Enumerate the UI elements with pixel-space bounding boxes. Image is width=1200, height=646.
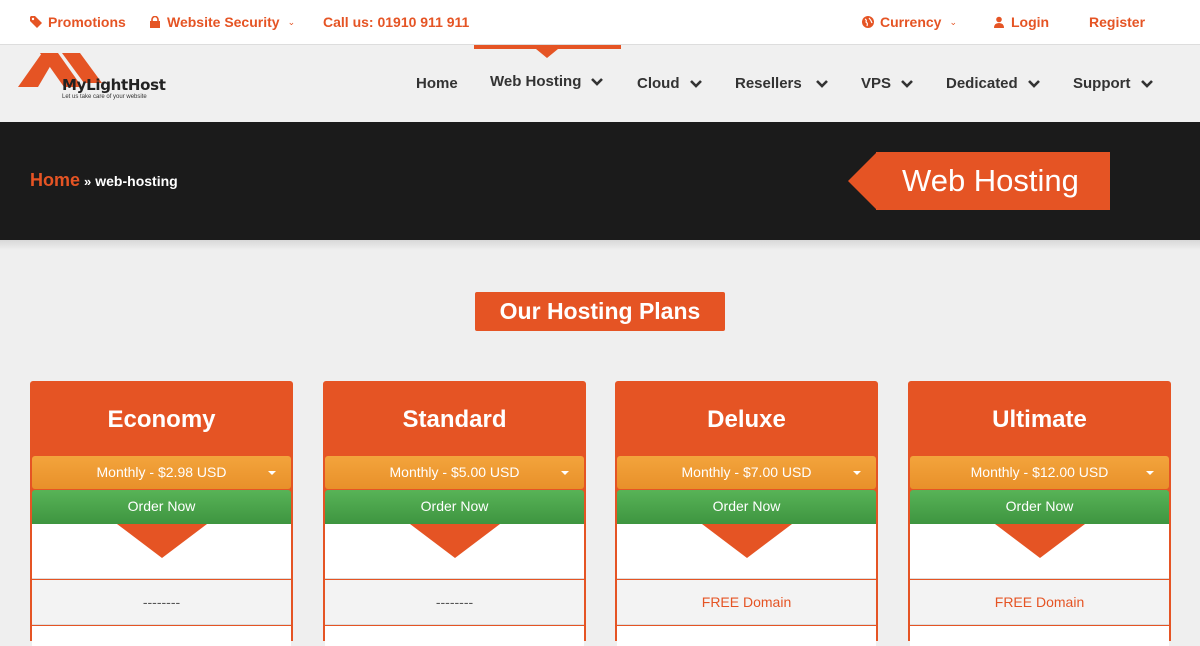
- tag-icon: [30, 16, 42, 28]
- order-now-button[interactable]: Order Now: [32, 490, 291, 524]
- nav-label: Resellers: [735, 75, 802, 92]
- plan-pointer: [617, 524, 876, 579]
- nav-label: Home: [416, 75, 458, 92]
- order-now-button[interactable]: Order Now: [910, 490, 1169, 524]
- order-now-button[interactable]: Order Now: [325, 490, 584, 524]
- nav-label: Support: [1073, 75, 1131, 92]
- plan-feature: --------: [325, 580, 584, 625]
- pointer-triangle: [702, 524, 792, 558]
- currency-label: Currency: [880, 14, 942, 30]
- breadcrumb: Home » web-hosting: [30, 170, 178, 191]
- website-security-label: Website Security: [167, 14, 280, 30]
- caret-down-icon: [561, 471, 569, 475]
- lock-icon: [150, 16, 160, 28]
- plan-card-ultimate: Ultimate Monthly - $12.00 USD Order Now …: [908, 381, 1171, 646]
- section-title: Our Hosting Plans: [475, 292, 725, 331]
- tag-arrow: [848, 152, 877, 210]
- plan-feature-row: [617, 626, 876, 646]
- nav-label: Cloud: [637, 75, 680, 92]
- plan-feature: FREE Domain: [617, 580, 876, 625]
- page-title: Web Hosting: [902, 163, 1079, 198]
- breadcrumb-separator: »: [84, 174, 92, 189]
- login-label: Login: [1011, 14, 1050, 30]
- register-link[interactable]: Register: [1089, 0, 1145, 44]
- plan-name: Ultimate: [992, 406, 1087, 433]
- billing-cycle-select[interactable]: Monthly - $2.98 USD: [32, 456, 291, 489]
- breadcrumb-home-link[interactable]: Home: [30, 170, 80, 191]
- logo[interactable]: MyLightHost Let us take care of your web…: [18, 49, 168, 109]
- plan-pointer: [32, 524, 291, 579]
- login-link[interactable]: Login: [993, 0, 1049, 44]
- plan-feature-row: [325, 626, 584, 646]
- chevron-down-icon: ⌄: [949, 17, 958, 27]
- nav-vps[interactable]: VPS: [861, 45, 913, 122]
- nav-label: Web Hosting: [490, 73, 582, 90]
- logo-tagline: Let us take care of your website: [62, 94, 147, 100]
- nav-resellers[interactable]: Resellers: [735, 45, 828, 122]
- nav-web-hosting[interactable]: Web Hosting: [490, 43, 604, 120]
- chevron-down-icon: [1027, 79, 1040, 88]
- breadcrumb-current: web-hosting: [95, 173, 178, 189]
- order-now-button[interactable]: Order Now: [617, 490, 876, 524]
- billing-cycle-select[interactable]: Monthly - $12.00 USD: [910, 456, 1169, 489]
- promotions-label: Promotions: [48, 14, 126, 30]
- nav-dedicated[interactable]: Dedicated: [946, 45, 1040, 122]
- nav-cloud[interactable]: Cloud: [637, 45, 702, 122]
- plan-card-deluxe: Deluxe Monthly - $7.00 USD Order Now FRE…: [615, 381, 878, 646]
- billing-cycle-value: Monthly - $7.00 USD: [681, 464, 812, 480]
- billing-cycle-value: Monthly - $5.00 USD: [389, 464, 520, 480]
- billing-cycle-select[interactable]: Monthly - $5.00 USD: [325, 456, 584, 489]
- promotions-link[interactable]: Promotions: [30, 0, 126, 44]
- chevron-down-icon: [1140, 79, 1153, 88]
- currency-menu[interactable]: Currency ⌄: [862, 0, 957, 44]
- logo-name: MyLightHost: [62, 76, 166, 94]
- nav-home[interactable]: Home: [416, 45, 458, 122]
- plan-name: Deluxe: [707, 406, 786, 433]
- call-us-link[interactable]: Call us: 01910 911 911: [323, 0, 469, 44]
- plan-feature: FREE Domain: [910, 580, 1169, 625]
- main-nav: MyLightHost Let us take care of your web…: [0, 45, 1200, 122]
- globe-icon: [862, 16, 874, 28]
- top-bar: Promotions Website Security ⌄ Call us: 0…: [0, 0, 1200, 45]
- pointer-triangle: [410, 524, 500, 558]
- plan-pointer: [325, 524, 584, 579]
- billing-cycle-value: Monthly - $12.00 USD: [970, 464, 1109, 480]
- chevron-down-icon: [815, 79, 828, 88]
- nav-label: VPS: [861, 75, 892, 92]
- caret-down-icon: [853, 471, 861, 475]
- plan-card-standard: Standard Monthly - $5.00 USD Order Now -…: [323, 381, 586, 646]
- plan-name: Standard: [402, 406, 507, 433]
- user-icon: [994, 16, 1004, 28]
- nav-support[interactable]: Support: [1073, 45, 1153, 122]
- caret-down-icon: [1146, 471, 1154, 475]
- plan-card-economy: Economy Monthly - $2.98 USD Order Now --…: [30, 381, 293, 646]
- chevron-down-icon: [901, 79, 913, 88]
- website-security-menu[interactable]: Website Security ⌄: [149, 0, 295, 44]
- register-label: Register: [1089, 14, 1146, 30]
- call-us-label: Call us: 01910 911 911: [323, 14, 470, 30]
- plan-feature-row: [910, 626, 1169, 646]
- plan-pointer: [910, 524, 1169, 579]
- billing-cycle-select[interactable]: Monthly - $7.00 USD: [617, 456, 876, 489]
- plan-name: Economy: [107, 406, 216, 433]
- chevron-down-icon: ⌄: [287, 17, 296, 27]
- pointer-triangle: [995, 524, 1085, 558]
- page-title-tag: Web Hosting: [848, 152, 1110, 210]
- page-hero: Home » web-hosting Web Hosting: [0, 122, 1200, 240]
- pointer-triangle: [117, 524, 207, 558]
- plan-feature-row: [32, 626, 291, 646]
- nav-label: Dedicated: [946, 75, 1018, 92]
- chevron-down-icon: [689, 79, 702, 88]
- chevron-down-icon: [591, 77, 604, 86]
- hero-shadow: [0, 240, 1200, 250]
- plan-feature: --------: [32, 580, 291, 625]
- caret-down-icon: [268, 471, 276, 475]
- billing-cycle-value: Monthly - $2.98 USD: [96, 464, 227, 480]
